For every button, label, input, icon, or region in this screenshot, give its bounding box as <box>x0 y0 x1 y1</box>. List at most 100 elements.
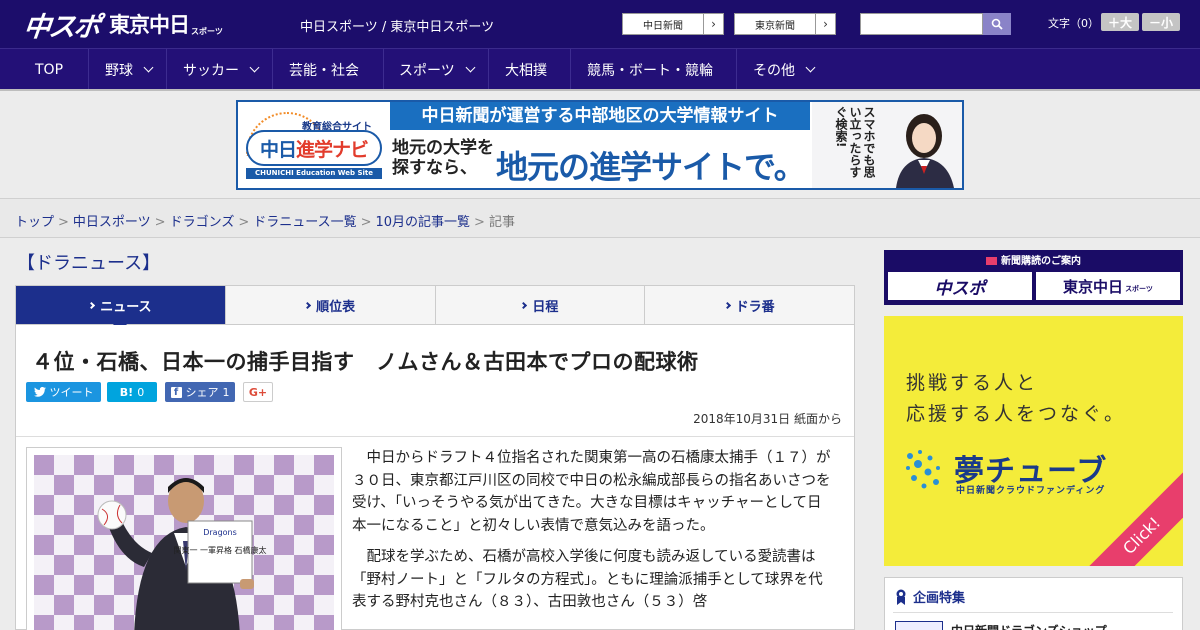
nav-label: スポーツ <box>399 62 455 79</box>
banner-headline: 地元の進学サイトで。 <box>496 148 806 186</box>
subscription-title: 新聞購読のご案内 <box>884 252 1183 267</box>
nav-item-entertainment[interactable]: 芸能・社会 <box>289 49 359 90</box>
font-size-label: 文字（0） <box>1048 17 1099 30</box>
yume-copy-line-1: 挑戦する人と <box>906 372 1039 394</box>
banner-strip: 中日新聞が運営する中部地区の大学情報サイト <box>390 102 810 130</box>
article-headline: ４位・石橋、日本一の捕手目指す ノムさん＆古田本でプロの配球術 <box>32 350 699 374</box>
logo-sports-small: スポーツ <box>191 27 223 36</box>
newspaper-icon <box>986 257 997 265</box>
nav-divider <box>570 49 571 90</box>
nav-label: 競馬・ボート・競輪 <box>587 62 713 79</box>
tweet-label: ツイート <box>49 386 94 399</box>
nav-item-sumo[interactable]: 大相撲 <box>505 49 547 90</box>
nav-item-other[interactable]: その他 <box>753 49 816 90</box>
font-smaller-button[interactable]: －小 <box>1142 13 1180 31</box>
logo-chuspo: 中スポ <box>22 11 101 43</box>
site-name: 中日スポーツ / 東京中日スポーツ <box>300 20 495 35</box>
chevron-right-icon <box>88 301 96 309</box>
tokyo-shimbun-link[interactable]: 東京新聞 › <box>734 13 836 35</box>
chevron-down-icon <box>805 62 816 73</box>
google-plus-button[interactable]: G+ <box>243 382 273 402</box>
nav-label: 芸能・社会 <box>289 62 359 79</box>
tweet-button[interactable]: ツイート <box>26 382 101 402</box>
tab-schedule[interactable]: 日程 <box>435 286 646 324</box>
nav-label: その他 <box>753 62 795 79</box>
subscribe-chuspo-button[interactable]: 中スポ <box>888 272 1032 300</box>
tab-dora-ban[interactable]: ドラ番 <box>645 286 854 324</box>
chevron-down-icon <box>143 62 154 73</box>
nav-item-racing[interactable]: 競馬・ボート・競輪 <box>587 49 713 90</box>
breadcrumb-dragons[interactable]: ドラゴンズ <box>170 215 235 230</box>
breadcrumb-october[interactable]: 10月の記事一覧 <box>376 215 471 230</box>
subscription-box: 新聞購読のご案内 中スポ 東京中日 スポーツ <box>884 250 1183 305</box>
tab-label: ニュース <box>100 299 152 315</box>
banner-person-image <box>896 114 954 188</box>
nav-divider <box>166 49 167 90</box>
tab-standings[interactable]: 順位表 <box>225 286 436 324</box>
tab-label: ドラ番 <box>735 299 775 315</box>
nav-divider <box>88 49 89 90</box>
breadcrumb-top[interactable]: トップ <box>15 215 54 230</box>
facebook-share-button[interactable]: f シェア 1 <box>165 382 235 402</box>
article-photo[interactable]: Dragons 関東一 一軍昇格 石橋康太 <box>34 455 334 630</box>
chunichi-shimbun-link[interactable]: 中日新聞 › <box>622 13 724 35</box>
photo-team-text: Dragons <box>203 528 237 537</box>
facebook-share-label: シェア <box>185 386 219 399</box>
article-divider <box>16 436 854 437</box>
search-icon <box>991 18 1003 30</box>
breadcrumb-separator: > <box>154 215 166 230</box>
main-nav: TOP 野球 サッカー 芸能・社会 スポーツ 大相撲 競馬・ボート・競輪 その他 <box>0 48 1200 90</box>
breadcrumb-separator: > <box>238 215 250 230</box>
site-logo[interactable]: 中スポ 東京中日 スポーツ <box>22 8 223 43</box>
section-tabs: ニュース 順位表 日程 ドラ番 <box>15 285 855 332</box>
feature-title-text: 企画特集 <box>913 591 966 606</box>
chevron-right-icon <box>723 301 731 309</box>
logo-tokyo-chunichi: 東京中日 <box>109 13 190 37</box>
breadcrumb-separator: > <box>474 215 485 230</box>
article-paragraph: 配球を学ぶため、石橋が高校入学後に何度も読み返している愛読書は「野村ノート」と「… <box>352 549 823 610</box>
search-button[interactable] <box>983 13 1011 35</box>
article-body: 中日からドラフト４位指名された関東第一高の石橋康太捕手（１７）が３０日、東京都江… <box>352 447 834 623</box>
tab-news[interactable]: ニュース <box>16 286 226 332</box>
nav-item-sports[interactable]: スポーツ <box>399 49 476 90</box>
search-input[interactable] <box>860 13 983 35</box>
chevron-right-icon <box>520 301 528 309</box>
breadcrumb-chuspo[interactable]: 中日スポーツ <box>73 215 151 230</box>
subscription-title-text: 新聞購読のご案内 <box>1001 256 1081 267</box>
banner-logo-pill: 中日 進学ナビ <box>246 130 382 166</box>
nav-item-soccer[interactable]: サッカー <box>183 49 260 90</box>
font-larger-button[interactable]: ＋大 <box>1101 13 1139 31</box>
section-heading: 【ドラニュース】 <box>17 253 161 274</box>
nav-label: TOP <box>35 61 64 78</box>
article-photo-frame: Dragons 関東一 一軍昇格 石橋康太 <box>26 447 342 630</box>
yume-copy: 挑戦する人と 応援する人をつなぐ。 <box>906 368 1126 430</box>
breadcrumb-dora-news[interactable]: ドラニュース一覧 <box>253 215 356 230</box>
banner-logo-text-b: 進学ナビ <box>296 138 369 161</box>
yume-tube-ad[interactable]: 挑戦する人と 応援する人をつなぐ。 夢チューブ 中日新聞クラウドファンディング … <box>884 316 1183 566</box>
twitter-icon <box>33 387 46 397</box>
breadcrumb: トップ > 中日スポーツ > ドラゴンズ > ドラニュース一覧 >10月の記事一覧 > 記事 <box>15 211 515 230</box>
feature-item-label: 中日新聞ドラゴンズショップ <box>951 622 1107 630</box>
nav-item-baseball[interactable]: 野球 <box>105 49 154 90</box>
feature-title: 企画特集 <box>895 587 965 606</box>
feature-thumbnail <box>895 621 943 630</box>
ribbon-icon <box>896 589 906 605</box>
nav-label: サッカー <box>183 62 239 79</box>
subscribe-tokyo-chunichi-button[interactable]: 東京中日 スポーツ <box>1036 272 1180 300</box>
feature-item[interactable]: 中日新聞ドラゴンズショップ <box>893 612 1173 630</box>
tokyo-shimbun-label: 東京新聞 <box>755 20 795 32</box>
banner-logo: 教育総合サイト 中日 進学ナビ CHUNICHI Education Web Si… <box>242 108 384 182</box>
banner-ad[interactable]: 教育総合サイト 中日 進学ナビ CHUNICHI Education Web Si… <box>236 100 964 190</box>
tab-label: 順位表 <box>316 299 356 315</box>
subscribe-tokyo-label: 東京中日 <box>1063 277 1124 296</box>
photo-sign-text: 関東一 一軍昇格 石橋康太 <box>173 545 266 555</box>
nav-divider <box>736 49 737 90</box>
chevron-down-icon <box>465 62 476 73</box>
banner-lead: 地元の大学を探すなら、 <box>392 138 494 178</box>
nav-item-top[interactable]: TOP <box>35 49 63 90</box>
banner-vertical-copy: スマホでも思い立ったらすぐ検索! <box>834 106 876 178</box>
hatena-bookmark-button[interactable]: B! 0 <box>107 382 157 402</box>
chevron-right-icon: › <box>703 14 723 34</box>
banner-logo-sub: CHUNICHI Education Web Site <box>246 168 382 179</box>
yume-copy-line-2: 応援する人をつなぐ。 <box>906 403 1127 425</box>
